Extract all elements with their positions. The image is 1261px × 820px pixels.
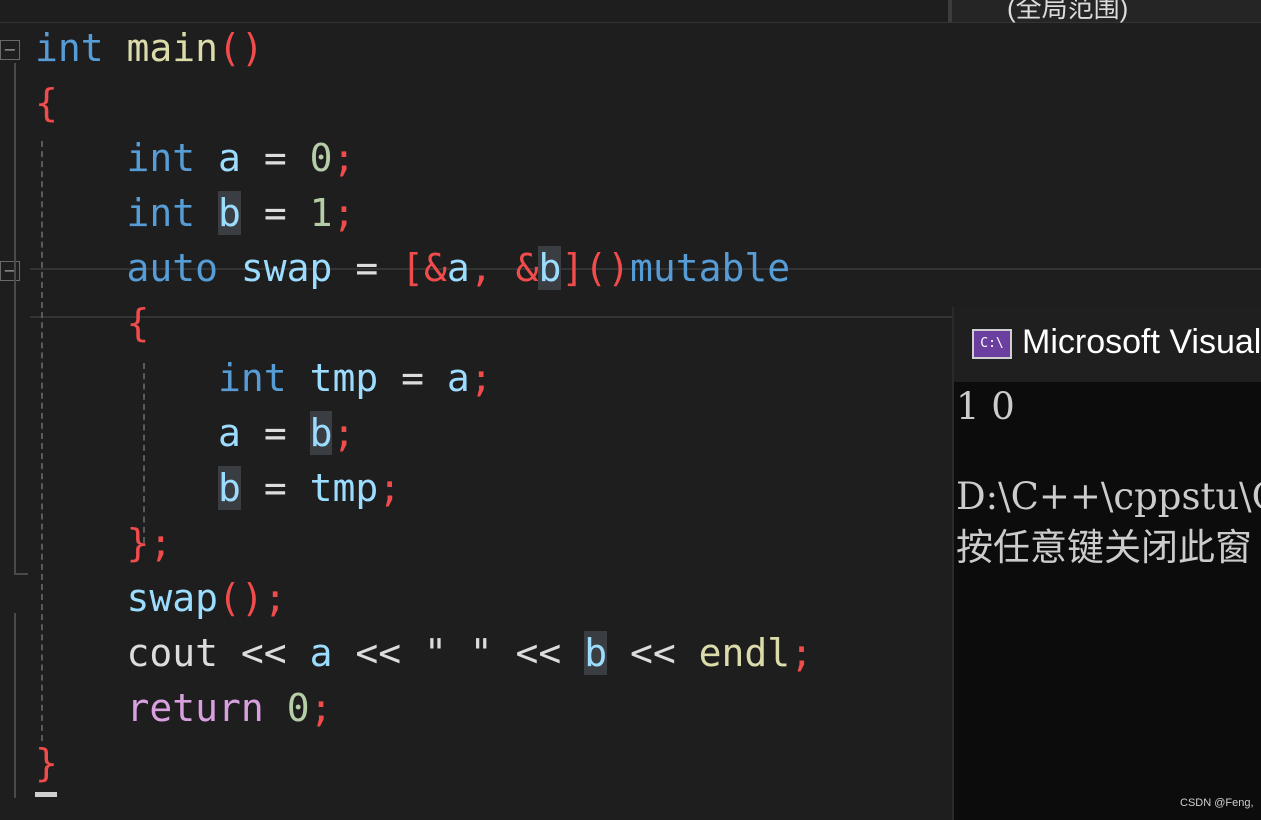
code-line-8: a = b; xyxy=(218,411,356,455)
watermark: CSDN @Feng, xyxy=(1180,797,1254,809)
collapse-main-icon[interactable]: − xyxy=(0,40,20,60)
console-output-line: 按任意键关闭此窗 xyxy=(956,526,1252,569)
code-line-12: cout << a << " " << b << endl; xyxy=(126,631,814,675)
code-line-3: int a = 0; xyxy=(126,136,356,180)
code-line-5: auto swap = [&a, &b]()mutable xyxy=(126,246,791,290)
console-output-line: D:\C++\cppstu\C xyxy=(956,475,1261,518)
code-line-4: int b = 1; xyxy=(126,191,356,235)
code-line-13: return 0; xyxy=(126,686,333,730)
scope-dropdown[interactable]: (全局范围) xyxy=(948,0,1261,23)
console-app-icon: C:\ xyxy=(972,329,1012,359)
outline-bar-tick xyxy=(14,573,28,575)
scope-dropdown-label: (全局范围) xyxy=(1007,0,1129,23)
code-line-1: int main() xyxy=(35,26,264,70)
text-cursor xyxy=(35,792,57,797)
code-line-10: }; xyxy=(126,521,173,565)
collapse-lambda-icon[interactable]: − xyxy=(0,261,20,281)
code-line-9: b = tmp; xyxy=(218,466,402,510)
outline-bar-bottom xyxy=(14,613,16,798)
console-title: Microsoft Visual xyxy=(1022,323,1261,361)
code-line-7: int tmp = a; xyxy=(218,356,493,400)
console-window[interactable]: C:\ Microsoft Visual 1 0 D:\C++\cppstu\C… xyxy=(952,307,1261,820)
code-line-2: { xyxy=(35,81,58,125)
outline-bar-main xyxy=(14,63,16,573)
code-line-6: { xyxy=(126,301,150,345)
console-title-bar[interactable]: C:\ Microsoft Visual xyxy=(954,307,1261,382)
code-line-11: swap(); xyxy=(126,576,287,620)
code-line-14: } xyxy=(35,741,58,785)
console-output-line: 1 0 xyxy=(956,385,1015,428)
